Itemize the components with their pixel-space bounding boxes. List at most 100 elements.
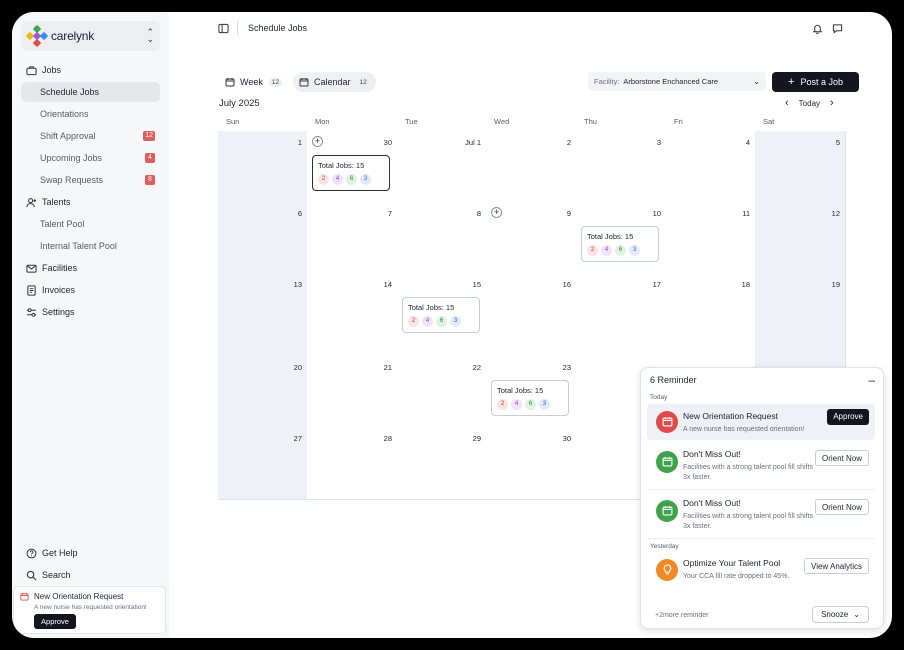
tab-week[interactable]: Week 12 xyxy=(219,72,288,92)
calendar-day-cell[interactable]: 7 xyxy=(307,202,398,274)
nav-search[interactable]: Search xyxy=(21,565,160,585)
facility-select[interactable]: Facility: Arborstone Enchanced Care ⌄ xyxy=(588,72,766,91)
calendar-day-cell[interactable]: 3 xyxy=(576,131,667,203)
nav-get-help-label: Get Help xyxy=(42,548,78,558)
nav-talent-pool[interactable]: Talent Pool xyxy=(21,214,160,234)
tab-calendar[interactable]: Calendar 12 xyxy=(293,72,376,92)
chevron-left-icon[interactable]: ‹ xyxy=(785,97,789,109)
nav-talents-label: Talents xyxy=(42,197,71,207)
calendar-day-cell[interactable]: Jul 1 xyxy=(397,131,487,203)
job-count-badge: 3 xyxy=(450,316,461,327)
calendar-day-cell[interactable]: 1 xyxy=(218,131,308,203)
nav-schedule-jobs[interactable]: Schedule Jobs xyxy=(21,82,160,102)
job-summary-card[interactable]: Total Jobs: 15 2 4 6 3 xyxy=(312,155,390,191)
calendar-icon xyxy=(299,77,309,87)
calendar-day-cell[interactable]: 18 xyxy=(666,273,756,357)
tab-week-label: Week xyxy=(240,77,263,87)
day-number: 6 xyxy=(297,209,302,218)
nav-shift-approval[interactable]: Shift Approval 12 xyxy=(21,126,160,146)
nav-orientations[interactable]: Orientations xyxy=(21,104,160,124)
snooze-button[interactable]: Snooze ⌄ xyxy=(812,606,869,623)
weekday-header: Fri xyxy=(674,117,683,126)
calendar-day-cell[interactable]: 21 xyxy=(307,356,398,428)
message-icon[interactable] xyxy=(832,23,843,36)
chevron-right-icon[interactable]: › xyxy=(830,97,834,109)
calendar-day-cell[interactable]: 9 + xyxy=(486,202,577,274)
sidebar-toggle-icon[interactable] xyxy=(218,23,229,36)
job-summary-card[interactable]: Total Jobs: 15 2 4 6 3 xyxy=(491,380,569,416)
group-today: Today xyxy=(650,394,668,401)
nav-swap-requests[interactable]: Swap Requests 8 xyxy=(21,170,160,190)
lightbulb-icon xyxy=(656,559,678,581)
calendar-day-cell[interactable]: 30 + Total Jobs: 15 2 4 6 3 xyxy=(307,131,398,203)
view-analytics-button[interactable]: View Analytics xyxy=(804,558,869,574)
nav-invoices-label: Invoices xyxy=(42,285,76,295)
minimize-icon[interactable]: – xyxy=(868,373,875,387)
job-summary-label: Total Jobs: 15 xyxy=(497,386,544,395)
toast-title: New Orientation Request xyxy=(34,592,124,601)
nav-facilities-label: Facilities xyxy=(42,263,78,273)
bell-icon[interactable] xyxy=(812,23,823,36)
calendar-day-cell[interactable]: 19 xyxy=(755,273,846,357)
nav-facilities[interactable]: Facilities xyxy=(21,258,160,278)
approve-button[interactable]: Approve xyxy=(827,409,869,425)
reminder-title: Don't Miss Out! xyxy=(683,498,741,508)
calendar-day-cell[interactable]: 16 xyxy=(486,273,577,357)
calendar-day-cell[interactable]: 6 xyxy=(218,202,308,274)
job-count-badge: 4 xyxy=(422,316,433,327)
calendar-day-cell[interactable]: 11 xyxy=(666,202,756,274)
day-number: 14 xyxy=(383,280,392,289)
calendar-day-cell[interactable]: 5 xyxy=(755,131,846,203)
add-job-icon[interactable]: + xyxy=(491,207,502,218)
job-count-badge: 4 xyxy=(332,174,343,185)
nav-settings[interactable]: Settings xyxy=(21,302,160,322)
tab-week-count: 12 xyxy=(268,77,283,87)
calendar-icon xyxy=(225,77,235,87)
today-button[interactable]: Today xyxy=(799,99,820,108)
calendar-day-cell[interactable]: 4 xyxy=(666,131,756,203)
calendar-day-cell[interactable]: 13 xyxy=(218,273,308,357)
date-navigation: ‹ Today › xyxy=(785,97,834,109)
job-summary-card[interactable]: Total Jobs: 15 2 4 6 3 xyxy=(402,297,480,333)
nav-jobs[interactable]: Jobs xyxy=(21,60,160,80)
divider xyxy=(237,20,238,36)
orient-now-button[interactable]: Orient Now xyxy=(814,450,869,466)
nav-talents[interactable]: Talents xyxy=(21,192,160,212)
calendar-day-cell[interactable]: 29 xyxy=(397,427,487,500)
tab-calendar-label: Calendar xyxy=(314,77,351,87)
add-job-icon[interactable]: + xyxy=(312,136,323,147)
more-reminders-link[interactable]: +2more reminder xyxy=(655,612,709,619)
post-job-button[interactable]: + Post a Job xyxy=(772,72,859,92)
calendar-day-cell[interactable]: 23 Total Jobs: 15 2 4 6 3 xyxy=(486,356,577,428)
calendar-alert-icon xyxy=(20,592,29,601)
nav-swap-requests-label: Swap Requests xyxy=(40,175,104,185)
calendar-day-cell[interactable]: 30 xyxy=(486,427,577,500)
toast-approve-button[interactable]: Approve xyxy=(34,614,76,629)
calendar-day-cell[interactable]: 22 xyxy=(397,356,487,428)
day-number: 5 xyxy=(835,138,840,147)
calendar-day-cell[interactable]: 20 xyxy=(218,356,308,428)
reminder-desc: Facilities with a strong talent pool fil… xyxy=(683,513,813,530)
nav-get-help[interactable]: Get Help xyxy=(21,543,160,563)
calendar-day-cell[interactable]: 2 xyxy=(486,131,577,203)
orient-now-button[interactable]: Orient Now xyxy=(814,499,869,515)
org-switcher[interactable]: carelynk ⌃ ⌄ xyxy=(21,21,160,51)
calendar-day-cell[interactable]: 14 xyxy=(307,273,398,357)
reminder-desc: Your CCA fill rate dropped to 45%. xyxy=(683,573,790,580)
calendar-day-cell[interactable]: 28 xyxy=(307,427,398,500)
calendar-day-cell[interactable]: 27 xyxy=(218,427,308,500)
calendar-day-cell[interactable]: 8 xyxy=(397,202,487,274)
calendar-day-cell[interactable]: 12 xyxy=(755,202,846,274)
nav-upcoming-jobs-label: Upcoming Jobs xyxy=(40,153,103,163)
nav-upcoming-jobs[interactable]: Upcoming Jobs 4 xyxy=(21,148,160,168)
job-summary-card[interactable]: Total Jobs: 15 2 4 6 3 xyxy=(581,226,659,262)
nav-internal-talent-pool[interactable]: Internal Talent Pool xyxy=(21,236,160,256)
page-title: Schedule Jobs xyxy=(248,23,308,33)
nav-settings-label: Settings xyxy=(42,307,75,317)
calendar-day-cell[interactable]: 15 Total Jobs: 15 2 4 6 3 xyxy=(397,273,487,357)
calendar-day-cell[interactable]: 10 Total Jobs: 15 2 4 6 3 xyxy=(576,202,667,274)
nav-invoices[interactable]: Invoices xyxy=(21,280,160,300)
day-number: 15 xyxy=(472,280,481,289)
calendar-day-cell[interactable]: 17 xyxy=(576,273,667,357)
plus-icon: + xyxy=(788,76,795,88)
